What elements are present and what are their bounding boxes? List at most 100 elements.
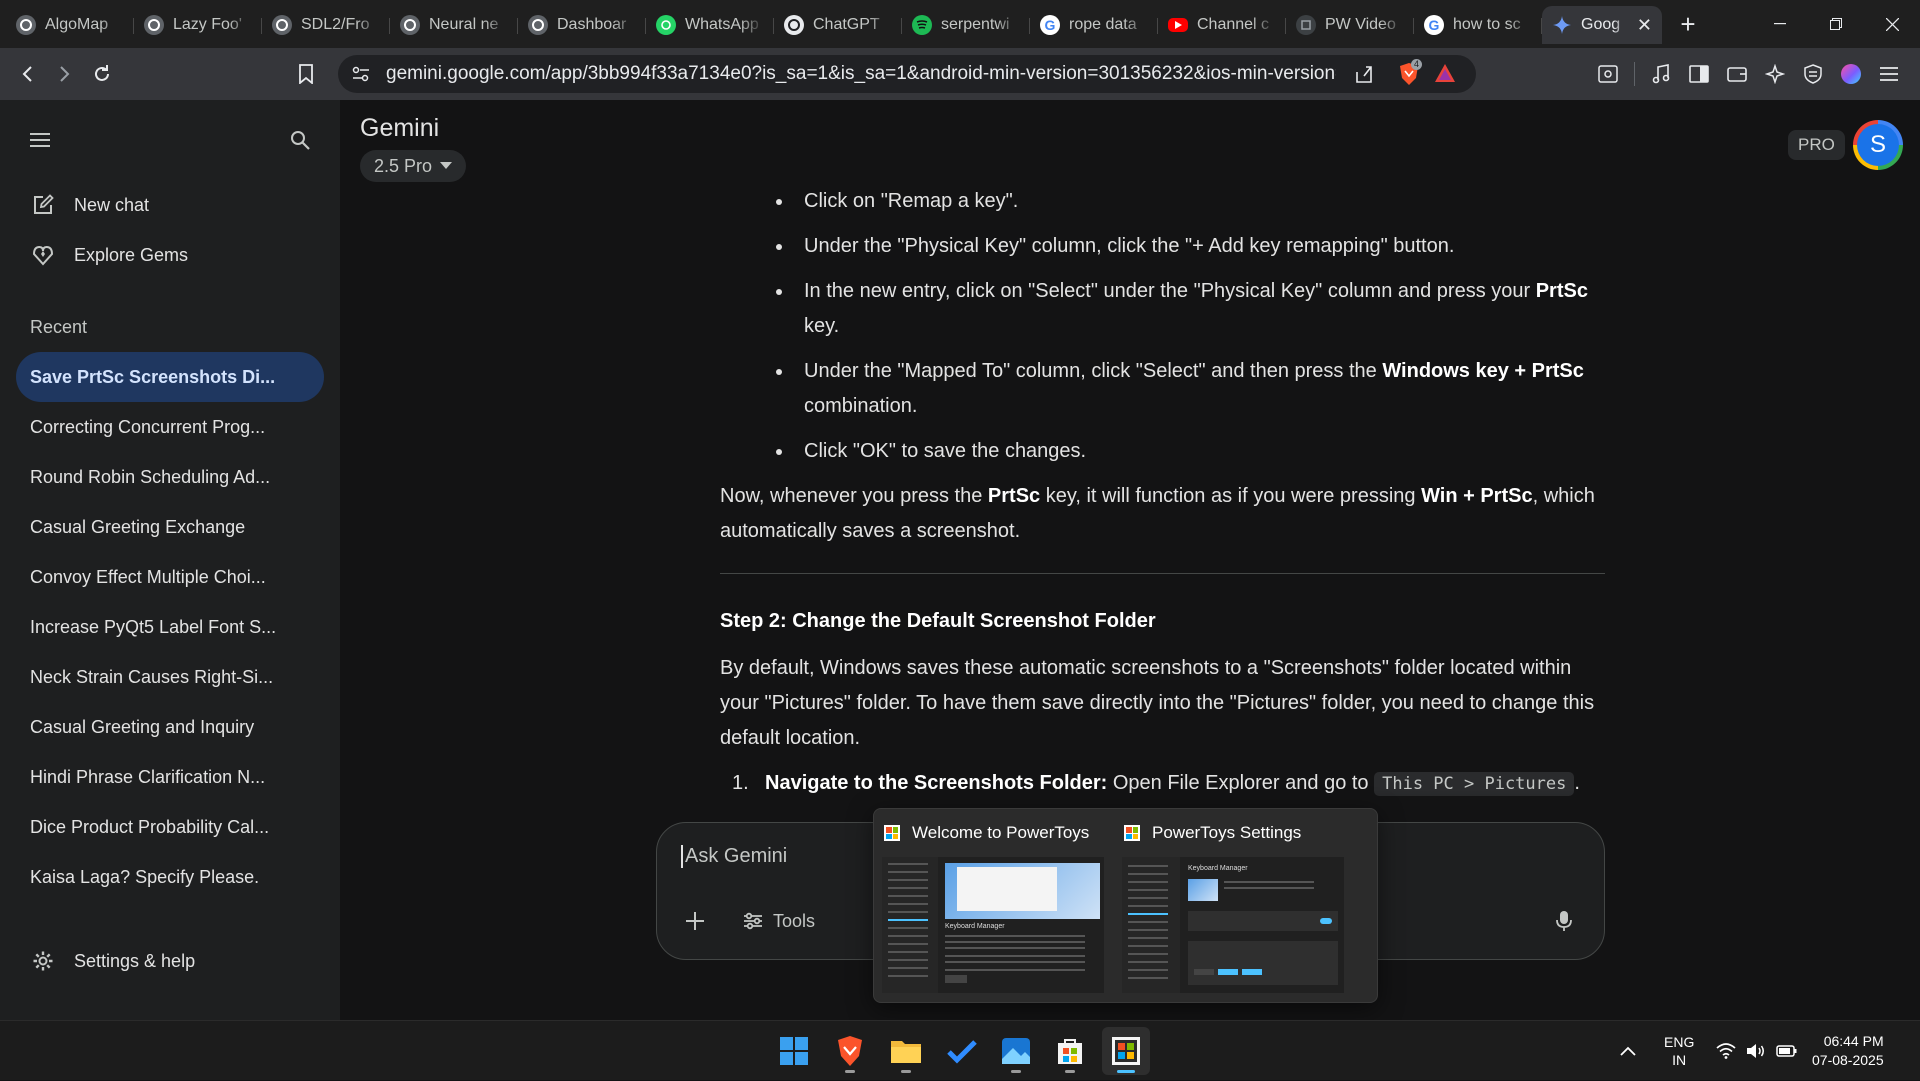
browser-toolbar: gemini.google.com/app/3bb994f33a7134e0?i…: [0, 48, 1920, 100]
recent-chat-item[interactable]: Correcting Concurrent Prog...: [16, 402, 324, 452]
list-item-text: Click "OK" to save the changes.: [804, 440, 1087, 462]
tab-youtube[interactable]: Channel c: [1158, 6, 1286, 44]
tab-dashboard[interactable]: Dashboar: [518, 6, 646, 44]
window-preview-welcome[interactable]: Welcome to PowerToys Keyboard Manager: [874, 809, 1114, 1004]
tab-label: Dashboar: [557, 16, 627, 33]
close-tab-icon[interactable]: ✕: [1637, 15, 1652, 36]
tab-rope-data[interactable]: G rope data: [1030, 6, 1158, 44]
tab-neural[interactable]: Neural ne: [390, 6, 518, 44]
add-attachment-button[interactable]: [677, 903, 713, 939]
close-window-button[interactable]: [1864, 0, 1920, 48]
clock[interactable]: 06:44 PM 07-08-2025: [1812, 1021, 1884, 1081]
tab-label: Channel c: [1197, 16, 1270, 33]
settings-help-button[interactable]: Settings & help: [0, 936, 340, 986]
volume-icon: [1746, 1043, 1766, 1059]
system-status-icons[interactable]: [1716, 1021, 1798, 1081]
recent-chat-item[interactable]: Round Robin Scheduling Ad...: [16, 452, 324, 502]
tab-algomap[interactable]: AlgoMap: [6, 6, 134, 44]
windows-taskbar: ENG IN 06:44 PM 07-08-2025: [0, 1020, 1920, 1080]
reload-button[interactable]: [84, 56, 120, 92]
avatar[interactable]: S: [1853, 120, 1903, 170]
window-preview-settings[interactable]: PowerToys Settings Keyboard Manager: [1114, 809, 1354, 1004]
taskbar-photos[interactable]: [992, 1027, 1040, 1075]
sidebar-toggle-icon[interactable]: [1681, 56, 1717, 92]
brave-shields-icon[interactable]: 4: [1398, 59, 1423, 86]
model-label: 2.5 Pro: [374, 155, 433, 176]
leo-ai-icon[interactable]: [1757, 56, 1793, 92]
powertoys-icon: [1111, 1036, 1141, 1066]
recent-chat-item[interactable]: Casual Greeting and Inquiry: [16, 702, 324, 752]
start-button[interactable]: [770, 1027, 818, 1075]
minimize-button[interactable]: [1752, 0, 1808, 48]
divider: [720, 573, 1605, 574]
site-settings-icon[interactable]: [352, 66, 370, 82]
list-item-text: Click on "Remap a key".: [804, 190, 1019, 212]
window-title: Welcome to PowerToys: [912, 823, 1090, 842]
battery-icon: [1776, 1043, 1798, 1059]
taskbar-brave[interactable]: [826, 1027, 874, 1075]
tab-sdl[interactable]: SDL2/Fro: [262, 6, 390, 44]
wallet-icon[interactable]: [1719, 56, 1755, 92]
tools-button[interactable]: Tools: [735, 903, 823, 939]
recent-chat-item-active[interactable]: Save PrtSc Screenshots Di...: [16, 352, 324, 402]
brave-rewards-icon[interactable]: [1434, 63, 1456, 83]
microphone-button[interactable]: [1548, 905, 1580, 937]
tab-gemini-active[interactable]: Goog ✕: [1542, 6, 1662, 44]
taskbar-file-explorer[interactable]: [882, 1027, 930, 1075]
recent-chat-item[interactable]: Kaisa Laga? Specify Please.: [16, 852, 324, 902]
tab-spotify[interactable]: serpentwi: [902, 6, 1030, 44]
gear-icon: [32, 950, 54, 972]
recent-heading: Recent: [30, 317, 88, 337]
tab-label: Lazy Foo': [173, 16, 242, 33]
recent-chat-item[interactable]: Increase PyQt5 Label Font S...: [16, 602, 324, 652]
explore-gems-button[interactable]: Explore Gems: [0, 230, 340, 280]
recent-chat-item[interactable]: Casual Greeting Exchange: [16, 502, 324, 552]
list-item: Click on "Remap a key".: [776, 184, 1605, 219]
tab-label: ChatGPT: [813, 16, 880, 33]
reader-mode-icon[interactable]: [1590, 56, 1626, 92]
new-chat-button[interactable]: New chat: [0, 180, 340, 230]
tab-whatsapp[interactable]: WhatsApp: [646, 6, 774, 44]
vpn-icon[interactable]: [1795, 56, 1831, 92]
search-icon[interactable]: [290, 130, 310, 150]
prompt-input[interactable]: Ask Gemini: [681, 845, 787, 868]
check-icon: [947, 1038, 977, 1064]
list-item: Click "OK" to save the changes.: [776, 434, 1605, 469]
recent-chat-item[interactable]: Hindi Phrase Clarification N...: [16, 752, 324, 802]
taskbar-todo[interactable]: [938, 1027, 986, 1075]
youtube-favicon: [1168, 18, 1188, 32]
whatsapp-favicon: [656, 15, 676, 35]
recent-chat-item[interactable]: Dice Product Probability Cal...: [16, 802, 324, 852]
taskbar-store[interactable]: [1046, 1027, 1094, 1075]
new-tab-button[interactable]: +: [1668, 4, 1708, 44]
language-code: ENG: [1664, 1034, 1695, 1050]
tab-lazyfoo[interactable]: Lazy Foo': [134, 6, 262, 44]
text-run: Now, whenever you press the: [720, 485, 988, 507]
share-icon[interactable]: [1354, 64, 1374, 84]
taskbar-preview-popup: Welcome to PowerToys Keyboard Manager Po…: [873, 808, 1378, 1003]
recent-chat-item[interactable]: Convoy Effect Multiple Choi...: [16, 552, 324, 602]
powertoys-icon: [882, 823, 902, 843]
back-button[interactable]: [10, 56, 46, 92]
address-bar[interactable]: gemini.google.com/app/3bb994f33a7134e0?i…: [338, 55, 1476, 93]
profile-icon[interactable]: [1833, 56, 1869, 92]
pw-favicon: [1296, 15, 1316, 35]
forward-button[interactable]: [46, 56, 82, 92]
model-selector[interactable]: 2.5 Pro: [360, 150, 467, 182]
show-hidden-icons-button[interactable]: [1620, 1021, 1636, 1081]
tools-icon: [743, 912, 763, 930]
menu-icon[interactable]: [1871, 56, 1907, 92]
media-controls-icon[interactable]: [1643, 56, 1679, 92]
bookmark-icon[interactable]: [288, 56, 324, 92]
browser-tab-bar: AlgoMap Lazy Foo' SDL2/Fro Neural ne Das…: [0, 0, 1920, 48]
restore-button[interactable]: [1808, 0, 1864, 48]
recent-chat-item[interactable]: Neck Strain Causes Right-Si...: [16, 652, 324, 702]
main-menu-icon[interactable]: [30, 133, 50, 147]
tab-chatgpt[interactable]: ChatGPT: [774, 6, 902, 44]
language-indicator[interactable]: ENG IN: [1664, 1021, 1694, 1081]
tab-pw-video[interactable]: PW Video: [1286, 6, 1414, 44]
taskbar-powertoys[interactable]: [1102, 1027, 1150, 1075]
url-text[interactable]: gemini.google.com/app/3bb994f33a7134e0?i…: [386, 63, 1336, 85]
tab-how-to[interactable]: G how to sc: [1414, 6, 1542, 44]
spotify-favicon: [912, 15, 932, 35]
